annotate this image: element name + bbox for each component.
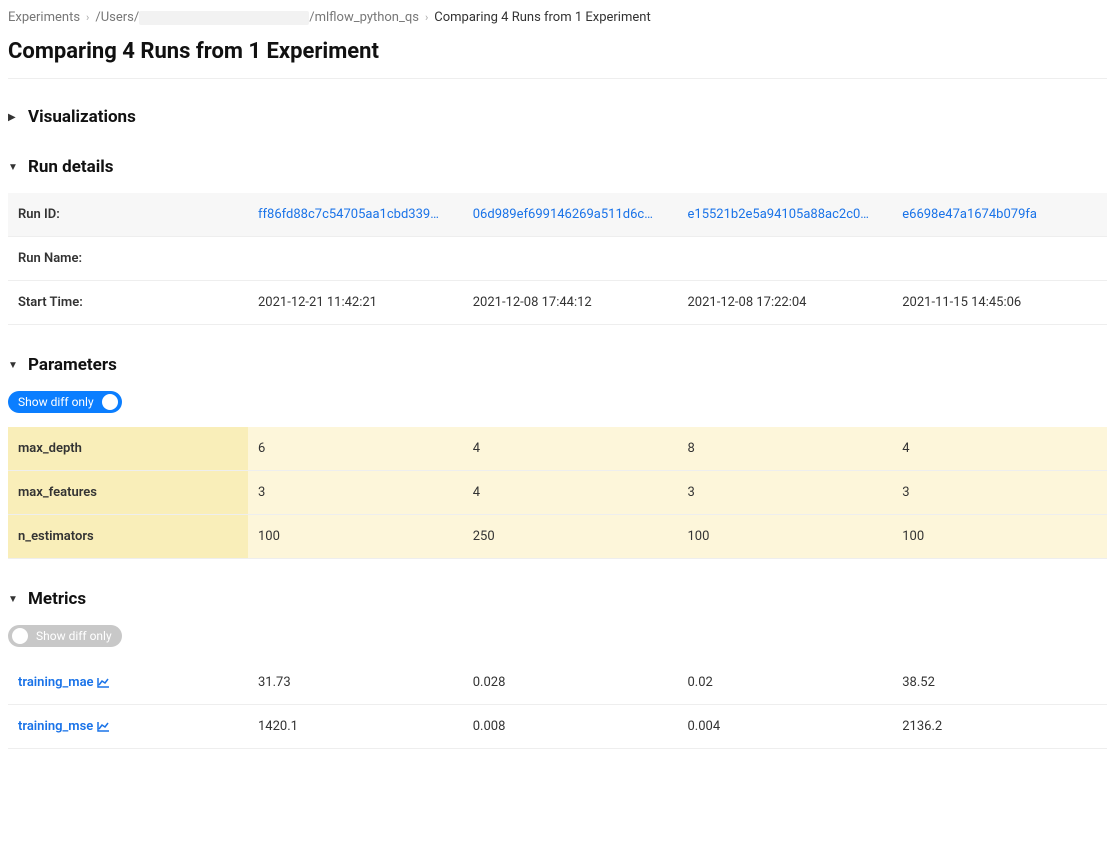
- run-name-2: [678, 237, 893, 281]
- table-row-metric-1: training_mse 1420.1 0.008 0.004 2136.2: [8, 705, 1107, 749]
- breadcrumb-path-prefix: /Users/: [95, 10, 139, 25]
- param-val-2-0: 100: [248, 515, 463, 559]
- table-row-start-time: Start Time: 2021-12-21 11:42:21 2021-12-…: [8, 281, 1107, 325]
- param-val-0-0: 6: [248, 427, 463, 471]
- row-label-run-name: Run Name:: [8, 237, 248, 281]
- param-val-0-3: 4: [892, 427, 1107, 471]
- metric-label-0: training_mae: [18, 675, 94, 690]
- breadcrumb-path[interactable]: /Users/ /mlflow_python_qs: [95, 10, 419, 25]
- section-title-visualizations: Visualizations: [28, 107, 136, 127]
- metric-val-1-2: 0.004: [678, 705, 893, 749]
- param-val-0-1: 4: [463, 427, 678, 471]
- start-time-2: 2021-12-08 17:22:04: [678, 281, 893, 325]
- section-parameters: ▼ Parameters Show diff only max_depth 6 …: [8, 355, 1107, 559]
- run-name-0: [248, 237, 463, 281]
- param-val-0-2: 8: [678, 427, 893, 471]
- start-time-0: 2021-12-21 11:42:21: [248, 281, 463, 325]
- metric-val-1-1: 0.008: [463, 705, 678, 749]
- triangle-down-icon: ▼: [8, 360, 18, 371]
- metric-link-0[interactable]: training_mae: [18, 675, 110, 690]
- section-visualizations: ▶ Visualizations: [8, 107, 1107, 127]
- section-title-parameters: Parameters: [28, 355, 117, 375]
- run-name-1: [463, 237, 678, 281]
- run-id-link-2[interactable]: e15521b2e5a94105a88ac2c0…: [688, 207, 870, 222]
- chevron-right-icon: ›: [86, 11, 89, 24]
- metric-val-1-0: 1420.1: [248, 705, 463, 749]
- run-name-3: [892, 237, 1107, 281]
- run-details-table: Run ID: ff86fd88c7c54705aa1cbd339… 06d98…: [8, 193, 1107, 325]
- param-val-1-2: 3: [678, 471, 893, 515]
- metric-val-1-3: 2136.2: [892, 705, 1107, 749]
- table-row-param-0: max_depth 6 4 8 4: [8, 427, 1107, 471]
- table-row-param-2: n_estimators 100 250 100 100: [8, 515, 1107, 559]
- param-val-1-1: 4: [463, 471, 678, 515]
- toggle-label: Show diff only: [18, 395, 94, 409]
- show-diff-toggle-parameters[interactable]: Show diff only: [8, 391, 122, 413]
- chart-icon: [97, 721, 110, 732]
- run-id-link-0[interactable]: ff86fd88c7c54705aa1cbd339…: [258, 207, 439, 222]
- metric-val-0-3: 38.52: [892, 661, 1107, 705]
- table-row-metric-0: training_mae 31.73 0.028 0.02 38.52: [8, 661, 1107, 705]
- section-run-details: ▼ Run details Run ID: ff86fd88c7c54705aa…: [8, 157, 1107, 325]
- param-val-2-1: 250: [463, 515, 678, 559]
- metric-label-1: training_mse: [18, 719, 93, 734]
- section-metrics: ▼ Metrics Show diff only training_mae 31…: [8, 589, 1107, 749]
- section-header-parameters[interactable]: ▼ Parameters: [8, 355, 1107, 375]
- triangle-down-icon: ▼: [8, 594, 18, 605]
- param-val-1-0: 3: [248, 471, 463, 515]
- parameters-table: max_depth 6 4 8 4 max_features 3 4 3 3 n…: [8, 427, 1107, 559]
- run-id-link-3[interactable]: e6698e47a1674b079fa: [902, 207, 1037, 222]
- toggle-knob-icon: [102, 394, 118, 410]
- triangle-right-icon: ▶: [8, 112, 18, 123]
- chevron-right-icon: ›: [425, 11, 428, 24]
- param-val-2-3: 100: [892, 515, 1107, 559]
- run-id-link-1[interactable]: 06d989ef699146269a511d6c…: [473, 207, 653, 222]
- metric-link-1[interactable]: training_mse: [18, 719, 110, 734]
- param-val-1-3: 3: [892, 471, 1107, 515]
- section-header-metrics[interactable]: ▼ Metrics: [8, 589, 1107, 609]
- table-row-run-name: Run Name:: [8, 237, 1107, 281]
- section-title-metrics: Metrics: [28, 589, 86, 609]
- metrics-table: training_mae 31.73 0.028 0.02 38.52 trai…: [8, 661, 1107, 749]
- section-header-run-details[interactable]: ▼ Run details: [8, 157, 1107, 177]
- page-title: Comparing 4 Runs from 1 Experiment: [8, 39, 1107, 79]
- row-label-run-id: Run ID:: [8, 193, 248, 237]
- chart-icon: [97, 677, 110, 688]
- triangle-down-icon: ▼: [8, 162, 18, 173]
- breadcrumb-experiments[interactable]: Experiments: [8, 10, 80, 25]
- param-val-2-2: 100: [678, 515, 893, 559]
- param-label-1: max_features: [8, 471, 248, 515]
- row-label-start-time: Start Time:: [8, 281, 248, 325]
- metric-val-0-2: 0.02: [678, 661, 893, 705]
- table-row-param-1: max_features 3 4 3 3: [8, 471, 1107, 515]
- start-time-3: 2021-11-15 14:45:06: [892, 281, 1107, 325]
- param-label-0: max_depth: [8, 427, 248, 471]
- param-label-2: n_estimators: [8, 515, 248, 559]
- section-title-run-details: Run details: [28, 157, 114, 177]
- start-time-1: 2021-12-08 17:44:12: [463, 281, 678, 325]
- breadcrumb: Experiments › /Users/ /mlflow_python_qs ›…: [8, 8, 1107, 39]
- metric-val-0-1: 0.028: [463, 661, 678, 705]
- show-diff-toggle-metrics[interactable]: Show diff only: [8, 625, 122, 647]
- redacted-user: [139, 11, 309, 25]
- toggle-label: Show diff only: [36, 629, 112, 643]
- table-row-run-id: Run ID: ff86fd88c7c54705aa1cbd339… 06d98…: [8, 193, 1107, 237]
- toggle-knob-icon: [12, 628, 28, 644]
- breadcrumb-current: Comparing 4 Runs from 1 Experiment: [434, 10, 650, 25]
- breadcrumb-path-suffix: /mlflow_python_qs: [309, 10, 419, 25]
- metric-val-0-0: 31.73: [248, 661, 463, 705]
- section-header-visualizations[interactable]: ▶ Visualizations: [8, 107, 1107, 127]
